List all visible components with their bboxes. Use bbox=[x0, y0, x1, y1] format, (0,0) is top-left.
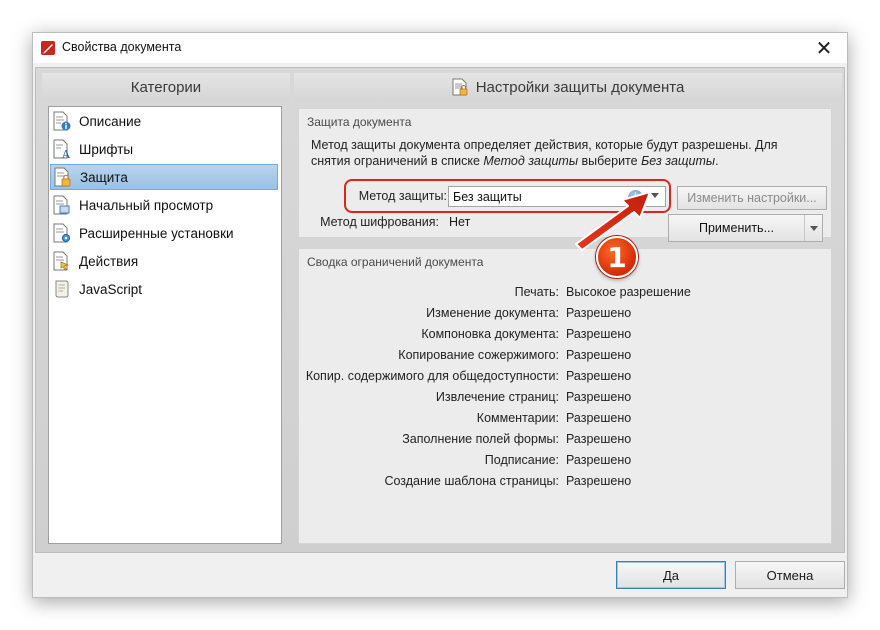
categories-list: Описание A Шрифты Защита Начальный просм… bbox=[48, 106, 282, 544]
app-logo-icon bbox=[41, 41, 55, 55]
document-lock-icon bbox=[452, 78, 468, 96]
document-action-icon bbox=[53, 251, 70, 271]
summary-row: Заполнение полей формы: Разрешено bbox=[402, 432, 632, 446]
summary-row: Компоновка документа: Разрешено bbox=[421, 327, 632, 341]
change-settings-button[interactable]: Изменить настройки... bbox=[677, 186, 827, 210]
document-protection-group: Защита документа Метод защиты документа … bbox=[298, 108, 832, 242]
summary-row: Копирование сожержимого: Разрешено bbox=[398, 348, 632, 362]
category-item-description[interactable]: Описание bbox=[50, 108, 278, 134]
close-icon: ✕ bbox=[815, 36, 833, 60]
summary-row: Создание шаблона страницы: Разрешено bbox=[384, 474, 632, 488]
close-button[interactable]: ✕ bbox=[801, 33, 847, 63]
cancel-label: Отмена bbox=[766, 567, 814, 583]
category-item-javascript[interactable]: JavaScript bbox=[50, 276, 278, 302]
encryption-method-value: Нет bbox=[449, 215, 471, 229]
category-label: Начальный просмотр bbox=[79, 197, 214, 213]
restrictions-summary-group: Сводка ограничений документа Печать: Выс… bbox=[298, 248, 832, 544]
summary-row: Подписание: Разрешено bbox=[484, 453, 632, 467]
document-info-icon bbox=[53, 111, 71, 131]
categories-header: Категории bbox=[42, 73, 290, 101]
highlight-frame bbox=[344, 179, 671, 213]
title-bar: Свойства документа ✕ bbox=[33, 33, 847, 63]
apply-button[interactable]: Применить... bbox=[668, 214, 823, 242]
category-label: Действия bbox=[79, 253, 139, 269]
category-label: Шрифты bbox=[79, 141, 134, 157]
protection-settings-header: Настройки защиты документа bbox=[294, 73, 842, 101]
window-title: Свойства документа bbox=[62, 40, 182, 54]
ok-button[interactable]: Да bbox=[616, 561, 726, 589]
document-gear-icon bbox=[53, 223, 71, 243]
summary-row: Комментарии: Разрешено bbox=[476, 411, 632, 425]
document-properties-dialog: Свойства документа ✕ Категории Настройки… bbox=[32, 32, 848, 598]
category-label: JavaScript bbox=[79, 281, 143, 297]
category-label: Расширенные установки bbox=[79, 225, 234, 241]
document-view-icon bbox=[53, 195, 70, 215]
change-settings-label: Изменить настройки... bbox=[687, 191, 817, 205]
script-scroll-icon bbox=[55, 280, 69, 298]
step-number-badge: 1 bbox=[596, 236, 638, 278]
cancel-button[interactable]: Отмена bbox=[735, 561, 845, 589]
document-lock-icon bbox=[54, 167, 71, 187]
svg-text:A: A bbox=[61, 148, 71, 159]
category-label: Защита bbox=[80, 169, 128, 185]
protection-group-title: Защита документа bbox=[307, 115, 412, 129]
document-font-icon: A bbox=[53, 139, 71, 159]
summary-row: Извлечение страниц: Разрешено bbox=[435, 390, 632, 404]
category-item-fonts[interactable]: A Шрифты bbox=[50, 136, 278, 162]
category-item-actions[interactable]: Действия bbox=[50, 248, 278, 274]
category-item-advanced[interactable]: Расширенные установки bbox=[50, 220, 278, 246]
ok-label: Да bbox=[662, 567, 680, 583]
protection-header-label: Настройки защиты документа bbox=[475, 78, 685, 96]
summary-row: Копир. содержимого для общедоступности: … bbox=[305, 369, 632, 383]
summary-row: Печать: Высокое разрешение bbox=[514, 285, 691, 299]
dialog-body: Категории Настройки защиты документа Опи… bbox=[35, 67, 845, 553]
summary-row: Изменение документа: Разрешено bbox=[426, 306, 632, 320]
categories-header-label: Категории bbox=[130, 78, 202, 96]
apply-dropdown-arrow-icon[interactable] bbox=[804, 215, 822, 241]
category-label: Описание bbox=[79, 113, 142, 129]
summary-group-title: Сводка ограничений документа bbox=[307, 255, 484, 269]
category-item-protection[interactable]: Защита bbox=[50, 164, 278, 190]
category-item-initial-view[interactable]: Начальный просмотр bbox=[50, 192, 278, 218]
apply-label: Применить... bbox=[698, 221, 774, 235]
encryption-method-label: Метод шифрования: bbox=[320, 215, 439, 229]
protection-description: Метод защиты документа определяет действ… bbox=[311, 138, 778, 168]
